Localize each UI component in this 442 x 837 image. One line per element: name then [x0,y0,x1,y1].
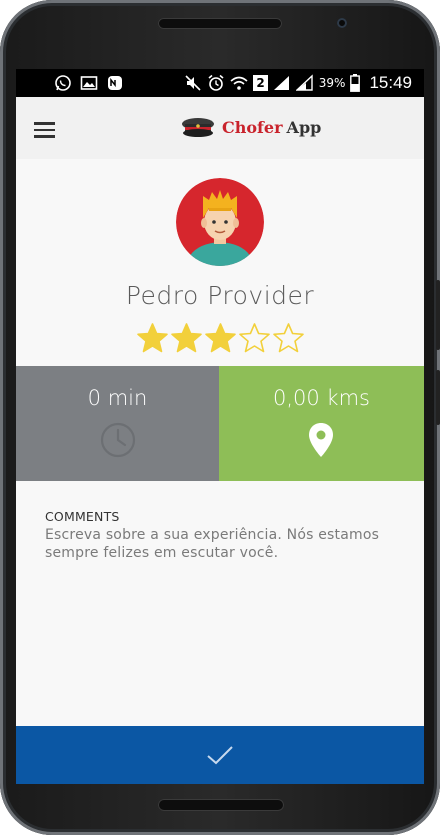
avatar [176,178,264,266]
phone-frame: 2 39% 15:49 Chofer App Pedro Provider 0 … [0,0,440,835]
star-filled-icon[interactable] [136,322,169,355]
earpiece-speaker [158,18,282,29]
checkmark-icon [207,746,233,765]
comments-section: COMMENTS Escreva sobre a sua experiência… [45,509,405,562]
star-filled-icon[interactable] [170,322,203,355]
signal-icon-2 [295,74,313,91]
alarm-icon [208,74,224,91]
star-empty-icon[interactable] [238,322,271,355]
battery-percent: 39% [318,76,346,90]
chauffeur-cap-icon [182,118,214,137]
provider-name: Pedro Provider [125,281,315,310]
star-empty-icon[interactable] [272,322,305,355]
signal-icon [273,76,289,90]
star-filled-icon[interactable] [204,322,237,355]
gallery-icon [80,76,98,90]
battery-icon [350,74,361,92]
app-title-brand: Chofer [222,117,283,137]
clock-time: 15:49 [369,73,412,92]
sim-badge: 2 [253,75,268,91]
trip-stats: 0 min 0,00 kms [16,366,424,481]
app-title-suffix: App [286,117,322,137]
confirm-button[interactable] [16,726,424,784]
power-button [436,370,440,425]
bottom-speaker [158,799,284,811]
trip-time-value: 0 min [87,386,148,410]
screen: 2 39% 15:49 Chofer App Pedro Provider 0 … [16,69,424,784]
clock-icon [100,422,136,458]
trip-distance-value: 0,00 kms [273,386,370,410]
app-logo: Chofer App [180,115,321,139]
app-bar: Chofer App [16,97,424,159]
star-rating[interactable] [136,322,305,355]
volume-button [436,280,440,350]
app-title: Chofer App [222,118,321,137]
provider-profile: Pedro Provider [16,159,424,365]
front-camera [337,18,347,28]
whatsapp-icon [55,75,71,91]
trip-distance-panel: 0,00 kms [219,366,424,481]
comments-input[interactable]: Escreva sobre a sua experiência. Nós est… [45,526,405,562]
menu-icon[interactable] [34,122,55,138]
wifi-icon [230,76,248,90]
trip-time-panel: 0 min [16,366,219,481]
status-bar: 2 39% 15:49 [16,69,424,97]
mute-icon [185,75,201,91]
nubank-icon [108,76,122,90]
comments-label: COMMENTS [45,509,120,524]
location-pin-icon [309,423,333,457]
